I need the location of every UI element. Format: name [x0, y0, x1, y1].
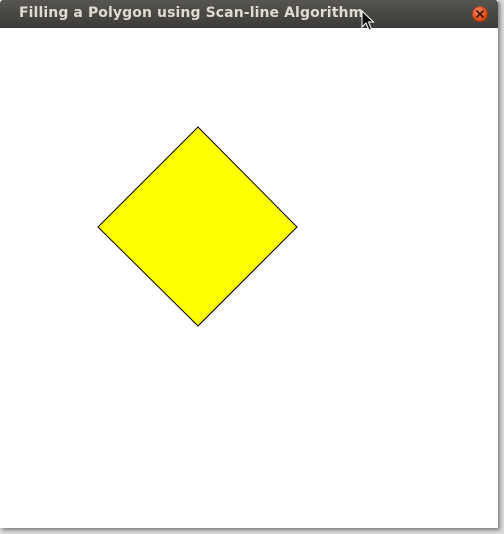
mouse-pointer-icon [361, 10, 375, 31]
polygon-drawing [97, 126, 298, 327]
drawing-canvas [0, 28, 498, 528]
app-window: Filling a Polygon using Scan-line Algori… [0, 0, 498, 528]
title-bar[interactable]: Filling a Polygon using Scan-line Algori… [0, 0, 498, 28]
close-icon [476, 10, 484, 18]
filled-polygon [97, 126, 298, 327]
close-button[interactable] [472, 6, 488, 22]
window-title: Filling a Polygon using Scan-line Algori… [19, 5, 364, 21]
